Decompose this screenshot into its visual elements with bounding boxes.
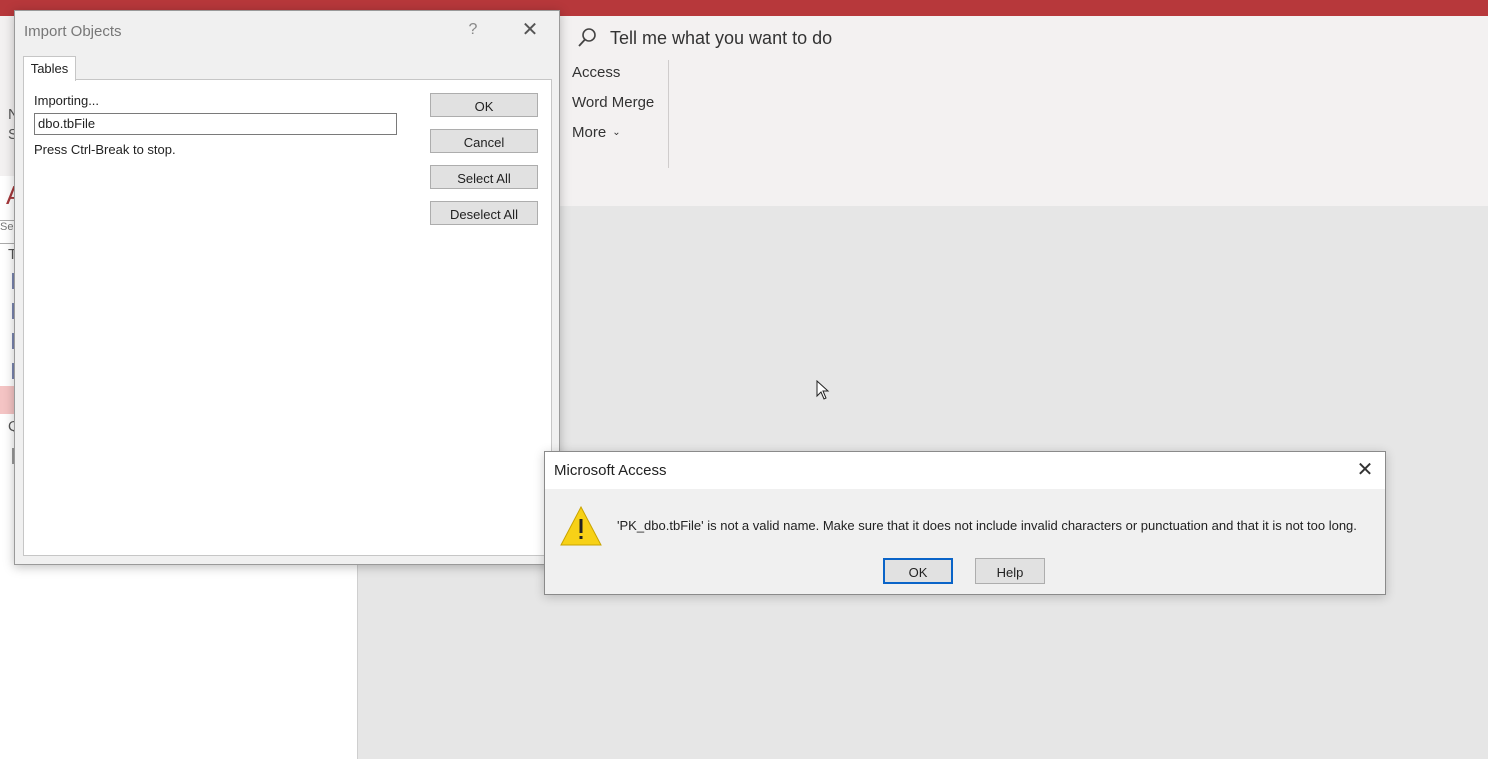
ok-button[interactable]: OK [883,558,953,584]
ribbon-separator [668,60,669,168]
close-icon[interactable]: ✕ [1353,459,1377,483]
stop-hint-text: Press Ctrl-Break to stop. [34,142,176,157]
ribbon-word-merge-button[interactable]: Word Merge [556,94,654,111]
ribbon-access-button[interactable]: Access [556,64,620,81]
ribbon-more-button[interactable]: More ⌄ [556,124,621,141]
ribbon-word-merge-label: Word Merge [572,94,655,111]
warning-icon [560,505,602,546]
tell-me-box[interactable]: Tell me what you want to do [576,26,832,50]
mouse-cursor-icon [816,380,830,400]
import-dialog-title: Import Objects [24,23,122,40]
chevron-down-icon: ⌄ [612,127,621,138]
error-dialog-title: Microsoft Access [554,462,667,479]
importing-status-label: Importing... [34,93,100,108]
import-objects-dialog: Import Objects ? ✕ Tables Importing... d… [14,10,560,565]
help-button[interactable]: Help [975,558,1045,584]
search-icon [578,28,596,47]
error-dialog-title-bar: Microsoft Access ✕ [545,452,1385,489]
nav-item-selected[interactable] [0,386,14,414]
nav-search-input[interactable]: Se [0,220,15,244]
error-message-dialog: Microsoft Access ✕ 'PK_dbo.tbFile' is no… [544,451,1386,595]
error-message-text: 'PK_dbo.tbFile' is not a valid name. Mak… [617,518,1357,533]
deselect-all-button[interactable]: Deselect All [430,201,538,225]
help-icon[interactable]: ? [463,21,483,39]
cancel-button[interactable]: Cancel [430,129,538,153]
tell-me-text: Tell me what you want to do [610,27,833,48]
tab-tables[interactable]: Tables [23,56,76,81]
select-all-button[interactable]: Select All [430,165,538,189]
close-icon[interactable]: ✕ [519,19,541,41]
ok-button[interactable]: OK [430,93,538,117]
ribbon-access-label: Access [572,64,621,81]
current-object-field: dbo.tbFile [34,113,397,135]
ribbon-more-label: More [572,124,607,141]
